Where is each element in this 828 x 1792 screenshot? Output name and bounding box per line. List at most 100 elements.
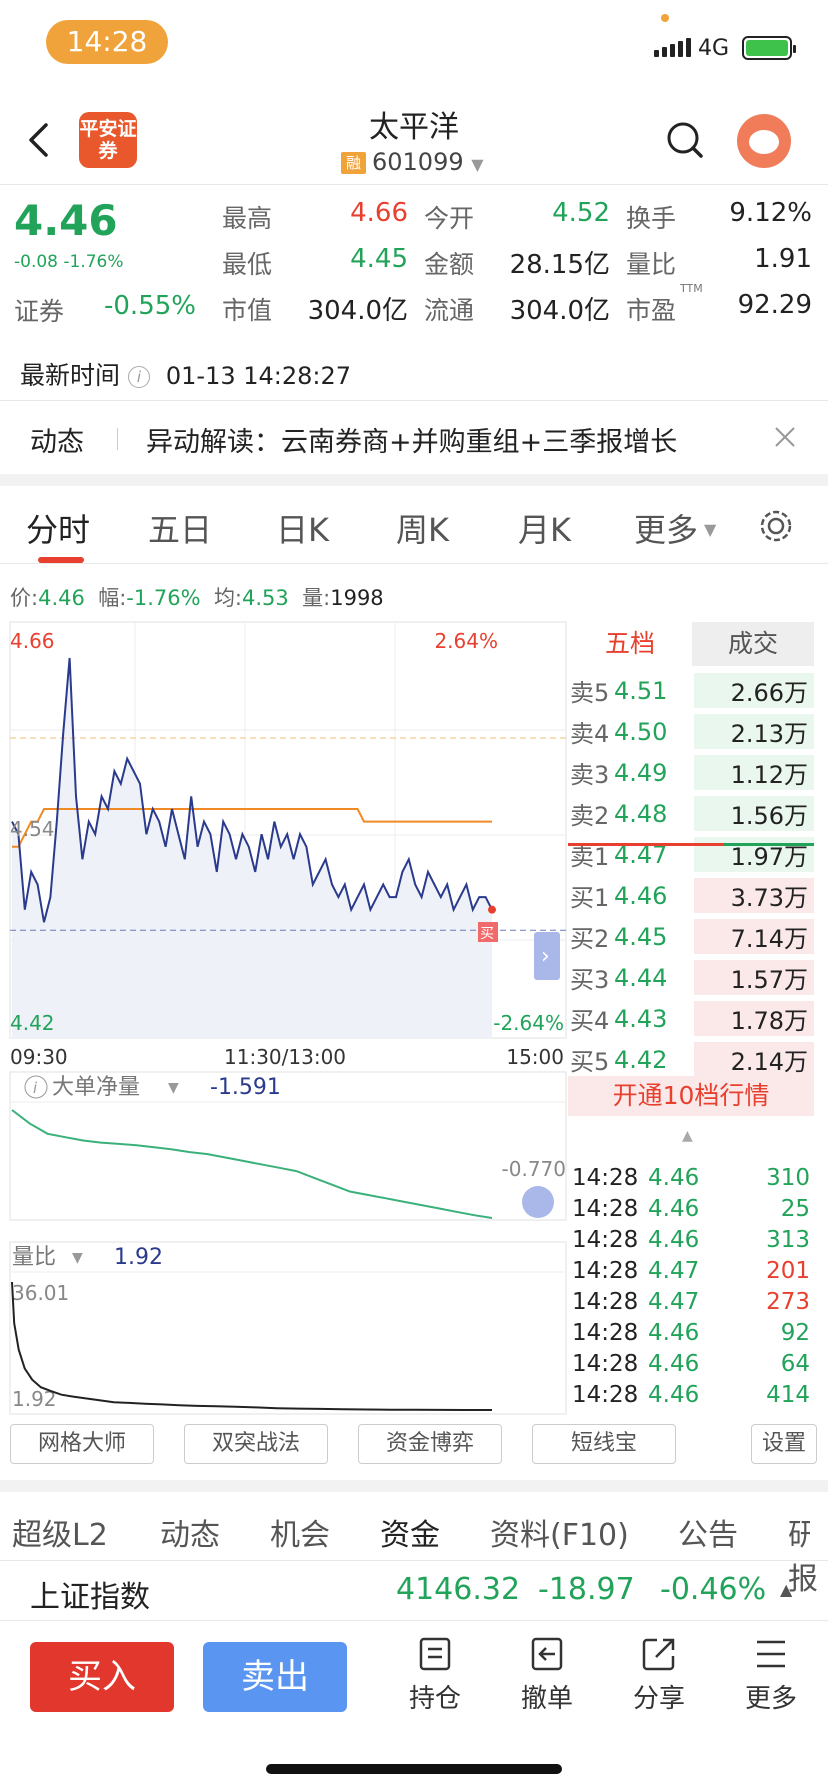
sell-button[interactable]: 卖出: [203, 1642, 347, 1712]
tool-button-0[interactable]: 网格大师: [10, 1424, 154, 1464]
ob-row-buy[interactable]: 买4 4.43 1.78万: [570, 998, 814, 1039]
share-button[interactable]: 分享: [619, 1636, 699, 1715]
ratio-value: 1.92: [114, 1245, 163, 1270]
ob-level: 卖5: [570, 679, 610, 707]
ob-volume: 2.14万: [694, 1042, 814, 1077]
info-icon[interactable]: i: [127, 366, 150, 388]
tab-4[interactable]: 月K: [518, 505, 571, 551]
index-change: -18.97: [538, 1572, 635, 1607]
stat-value-8: 92.29: [737, 290, 812, 320]
holdings-label: 持仓: [408, 1684, 461, 1714]
deal-price: 4.46: [648, 1319, 700, 1346]
tab-0[interactable]: 分时: [26, 505, 90, 551]
tool-button-3[interactable]: 短线宝: [532, 1424, 676, 1464]
tab-2[interactable]: 日K: [276, 505, 329, 551]
ob-row-buy[interactable]: 买5 4.42 2.14万: [570, 1039, 814, 1080]
deal-time: 14:28: [572, 1288, 639, 1315]
search-icon[interactable]: [665, 120, 705, 160]
ob-level: 买4: [570, 1007, 610, 1035]
y-right-low: -2.64%: [493, 1011, 564, 1035]
news-label: 动态: [30, 427, 84, 458]
settings-gear-icon[interactable]: [758, 508, 794, 544]
tab-deals[interactable]: 成交: [692, 622, 814, 666]
x-tick-0: 09:30: [10, 1045, 68, 1069]
deal-row: 14:28 4.47 201: [572, 1255, 812, 1286]
open-l10-button[interactable]: 开通10档行情: [568, 1076, 814, 1116]
info-tab-2[interactable]: 机会: [270, 1510, 330, 1554]
ob-row-sell[interactable]: 卖3 4.49 1.12万: [570, 752, 814, 793]
deal-price: 4.46: [648, 1350, 700, 1377]
tab-1[interactable]: 五日: [148, 505, 212, 551]
deal-volume: 310: [766, 1164, 810, 1191]
latest-time-row: 最新时间 i 01-13 14:28:27: [20, 356, 351, 392]
info-tab-1[interactable]: 动态: [160, 1510, 220, 1554]
stat-label-3: 最低: [222, 250, 273, 279]
stat-value-5: 1.91: [754, 244, 812, 274]
buy-button[interactable]: 买入: [30, 1642, 174, 1712]
index-name[interactable]: 上证指数: [30, 1572, 150, 1616]
scroll-up-icon[interactable]: ▲: [682, 1128, 693, 1144]
ob-price: 4.43: [614, 1004, 668, 1033]
deal-time: 14:28: [572, 1226, 639, 1253]
tab-5[interactable]: 更多: [634, 505, 698, 551]
home-indicator[interactable]: [266, 1764, 562, 1774]
news-text[interactable]: 异动解读：云南券商+并购重组+三季报增长: [146, 420, 677, 459]
tab-3[interactable]: 周K: [396, 505, 449, 551]
ob-level: 买2: [570, 925, 610, 953]
stat-label-5: 量比: [626, 250, 677, 279]
more-button[interactable]: 更多: [731, 1636, 811, 1715]
info-price: 4.46: [38, 586, 85, 610]
deal-volume: 92: [780, 1319, 810, 1346]
ratio-title: 量比: [12, 1245, 56, 1270]
info-tab-4[interactable]: 资料(F10): [490, 1510, 629, 1554]
chevron-down-icon[interactable]: ▼: [168, 1080, 179, 1096]
deal-volume: 201: [766, 1257, 810, 1284]
tool-button-1[interactable]: 双突战法: [184, 1424, 328, 1464]
stat-label-6: 市值: [222, 296, 273, 325]
ob-row-sell[interactable]: 卖2 4.48 1.56万: [570, 793, 814, 834]
ob-row-sell[interactable]: 卖1 4.47 1.97万: [570, 834, 814, 875]
holdings-button[interactable]: 持仓: [395, 1636, 475, 1715]
info-tab-0[interactable]: 超级L2: [12, 1510, 108, 1554]
latest-time-label: 最新时间: [20, 361, 121, 390]
ob-level: 卖3: [570, 761, 610, 789]
deal-volume: 64: [780, 1350, 810, 1377]
sector-label[interactable]: 证券: [14, 292, 64, 328]
ob-row-sell[interactable]: 卖4 4.50 2.13万: [570, 711, 814, 752]
intraday-chart[interactable]: 买 › 4.66 4.54 4.42 2.64% -2.64% 09:30 11:30/13:0…: [0, 620, 568, 1416]
stat-label-0: 最高: [222, 204, 273, 233]
menu-icon: [757, 1640, 785, 1668]
ob-row-buy[interactable]: 买2 4.45 7.14万: [570, 916, 814, 957]
margin-badge: 融: [341, 152, 366, 174]
deal-price: 4.46: [648, 1195, 700, 1222]
chart-info-line: 价:4.46 幅:-1.76% 均:4.53 量:1998: [10, 582, 384, 612]
deal-row: 14:28 4.46 25: [572, 1193, 812, 1224]
tool-button-2[interactable]: 资金博弈: [358, 1424, 502, 1464]
cancel-order-label: 撤单: [520, 1684, 573, 1714]
chevron-up-icon[interactable]: ▲: [780, 1580, 792, 1599]
x-tick-2: 15:00: [506, 1045, 564, 1069]
ob-row-sell[interactable]: 卖5 4.51 2.66万: [570, 670, 814, 711]
battery-icon: [742, 36, 796, 60]
stat-value-7: 304.0亿: [509, 296, 610, 326]
avatar[interactable]: [737, 114, 791, 168]
chevron-down-icon[interactable]: ▼: [704, 520, 716, 539]
ob-row-buy[interactable]: 买3 4.44 1.57万: [570, 957, 814, 998]
cancel-order-button[interactable]: 撤单: [507, 1636, 587, 1715]
close-icon[interactable]: [774, 426, 796, 448]
stock-code[interactable]: 601099 ▼: [372, 148, 484, 176]
chevron-down-icon[interactable]: ▼: [72, 1250, 83, 1266]
stat-label-4: 金额: [424, 250, 475, 279]
sector-change[interactable]: -0.55%: [104, 291, 196, 321]
tool-button-4[interactable]: 设置: [751, 1424, 817, 1464]
info-tab-3[interactable]: 资金: [380, 1510, 440, 1554]
info-vol: 1998: [330, 586, 384, 610]
tab-five-levels[interactable]: 五档: [568, 622, 692, 666]
vol-label: 量:: [302, 586, 331, 610]
info-tab-5[interactable]: 公告: [678, 1510, 738, 1554]
fullscreen-icon[interactable]: [522, 1186, 554, 1218]
chevron-right-icon[interactable]: ›: [541, 944, 550, 969]
stat-label-7: 流通: [424, 296, 475, 325]
index-pct: -0.46%: [660, 1572, 767, 1607]
ob-row-buy[interactable]: 买1 4.46 3.73万: [570, 875, 814, 916]
